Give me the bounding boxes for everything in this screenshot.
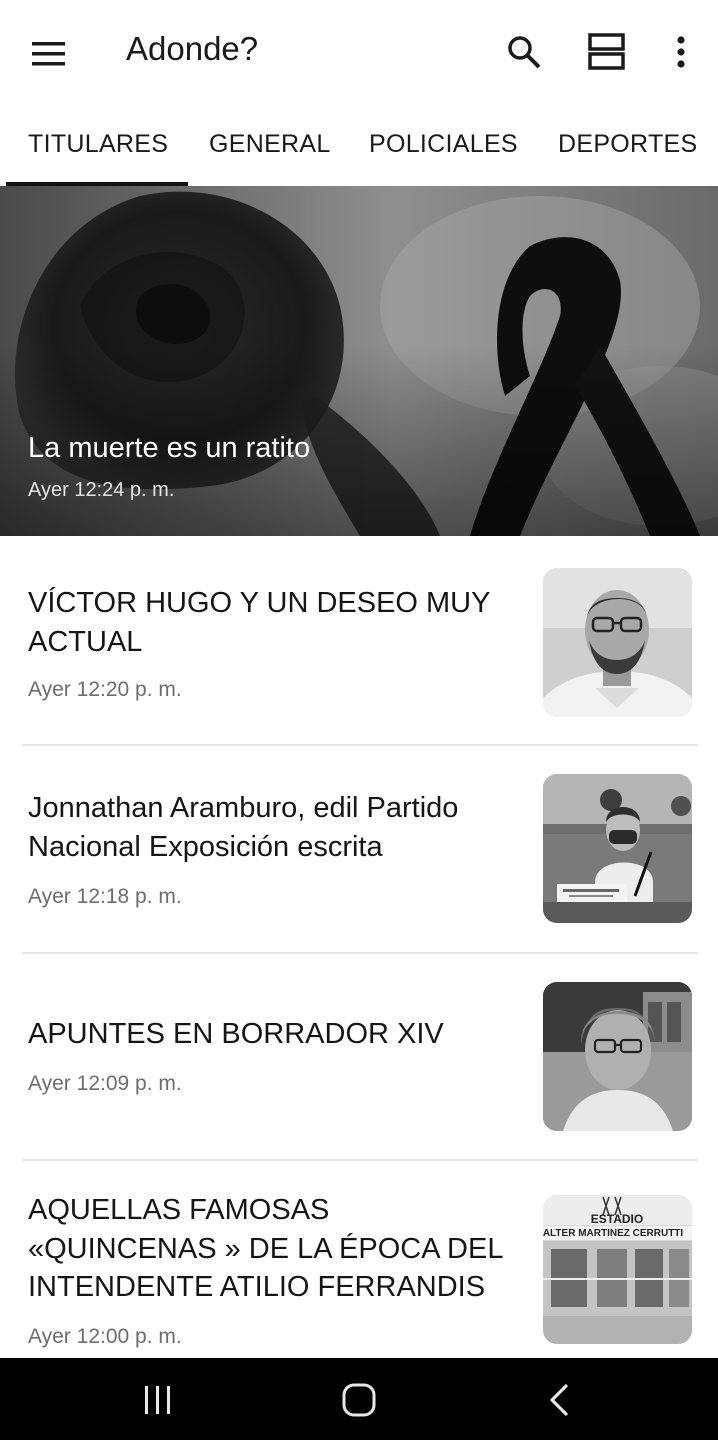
tab-deportes[interactable]: DEPORTES [558, 130, 697, 159]
stadium-text-2: ALTER MARTINEZ CERRUTTI [543, 1228, 683, 1239]
home-icon[interactable] [337, 1378, 381, 1422]
article-item[interactable]: Jonnathan Aramburo, edil Partido Naciona… [0, 744, 718, 950]
article-timestamp: Ayer 12:00 p. m. [28, 1325, 182, 1348]
article-title: AQUELLAS FAMOSAS «QUINCENAS » DE LA ÉPOC… [28, 1194, 503, 1303]
article-timestamp: Ayer 12:09 p. m. [28, 1072, 182, 1095]
back-icon[interactable] [538, 1378, 582, 1422]
article-title: Jonnathan Aramburo, edil Partido Naciona… [28, 792, 459, 863]
tab-titulares[interactable]: TITULARES [28, 130, 168, 159]
article-item[interactable]: APUNTES EN BORRADOR XIV Ayer 12:09 p. m. [0, 952, 718, 1158]
article-thumbnail [543, 982, 692, 1131]
recents-icon[interactable] [136, 1378, 180, 1422]
hero-timestamp: Ayer 12:24 p. m. [28, 479, 175, 501]
app-bar: Adonde? [0, 0, 718, 100]
hamburger-menu-icon[interactable] [26, 34, 74, 74]
article-thumbnail [543, 774, 692, 923]
article-thumbnail [543, 568, 692, 717]
article-title: VÍCTOR HUGO Y UN DESEO MUY ACTUAL [28, 587, 490, 658]
tab-policiales[interactable]: POLICIALES [369, 130, 518, 159]
article-title: APUNTES EN BORRADOR XIV [28, 1018, 444, 1050]
article-timestamp: Ayer 12:18 p. m. [28, 885, 182, 908]
hero-article[interactable]: La muerte es un ratito Ayer 12:24 p. m. [0, 186, 718, 536]
more-vert-icon[interactable] [659, 30, 703, 74]
article-item[interactable]: AQUELLAS FAMOSAS «QUINCENAS » DE LA ÉPOC… [0, 1159, 718, 1358]
tab-general[interactable]: GENERAL [209, 130, 331, 159]
view-toggle-icon[interactable] [585, 30, 629, 74]
hero-title: La muerte es un ratito [28, 432, 311, 464]
app-title: Adonde? [126, 30, 259, 67]
stadium-text-1: ESTADIO [591, 1212, 643, 1226]
article-timestamp: Ayer 12:20 p. m. [28, 678, 182, 701]
article-item[interactable]: VÍCTOR HUGO Y UN DESEO MUY ACTUAL Ayer 1… [0, 536, 718, 742]
search-icon[interactable] [502, 30, 546, 74]
category-tabs: TITULARES GENERAL POLICIALES DEPORTES [0, 100, 718, 186]
article-thumbnail: ESTADIO ALTER MARTINEZ CERRUTTI [543, 1195, 692, 1344]
system-nav-bar [0, 1358, 718, 1440]
